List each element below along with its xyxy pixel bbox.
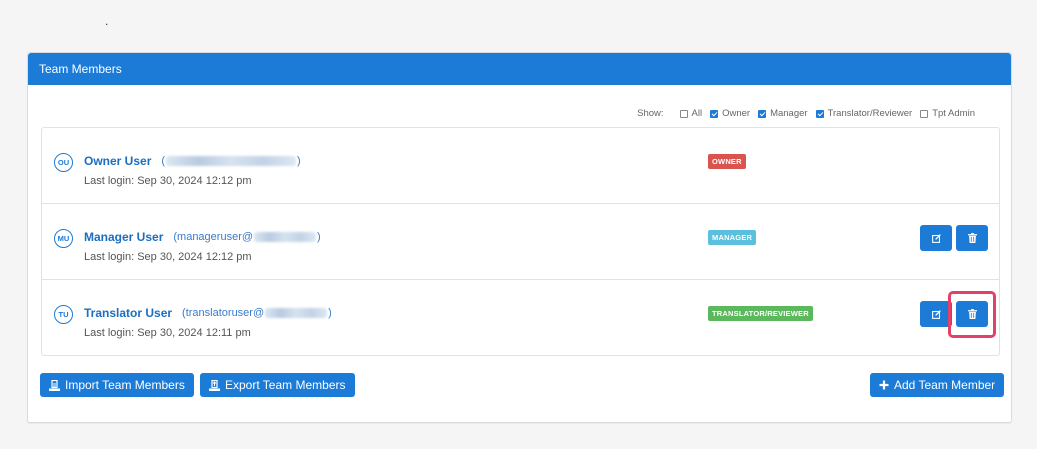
redacted-email (166, 156, 297, 166)
trash-icon (967, 309, 977, 319)
email-open: (translatoruser@ (182, 307, 265, 319)
email-close: ) (297, 155, 301, 167)
import-team-members-button[interactable]: Import Team Members (40, 373, 194, 397)
team-members-panel: Team Members Show: All Owner Manager Tra… (27, 52, 1012, 423)
member-name[interactable]: Manager User (84, 230, 163, 244)
role-badge-translator-reviewer: TRANSLATOR/REVIEWER (708, 306, 813, 321)
edit-icon (931, 309, 941, 319)
email-close: ) (328, 307, 332, 319)
member-row-owner: OU Owner User ( ) Last login: Sep 30, 20… (42, 128, 999, 204)
role-filters: Show: All Owner Manager Translator/Revie… (637, 108, 975, 119)
filter-owner-label: Owner (722, 108, 751, 119)
export-team-members-button[interactable]: Export Team Members (200, 373, 355, 397)
member-email: ( ) (161, 155, 300, 167)
filter-manager-label: Manager (770, 108, 808, 119)
email-open: ( (161, 155, 166, 167)
filter-translator-reviewer-label: Translator/Reviewer (827, 108, 913, 119)
email-close: ) (317, 231, 321, 243)
stray-dot: . (105, 14, 109, 28)
filter-owner[interactable]: Owner (710, 108, 750, 119)
member-email: (translatoruser@ ) (182, 307, 332, 319)
import-label: Import Team Members (65, 378, 185, 392)
filter-all[interactable]: All (679, 108, 703, 119)
filter-manager[interactable]: Manager (758, 108, 808, 119)
member-row-translator: TU Translator User (translatoruser@ ) La… (42, 280, 999, 355)
redacted-email (265, 308, 328, 318)
edit-icon (931, 233, 941, 243)
filter-owner-checkbox[interactable] (710, 109, 719, 118)
export-label: Export Team Members (225, 378, 346, 392)
plus-icon (879, 380, 889, 390)
filter-translator-reviewer[interactable]: Translator/Reviewer (815, 108, 913, 119)
last-login: Last login: Sep 30, 2024 12:12 pm (84, 251, 252, 263)
role-badge-owner: OWNER (708, 154, 746, 169)
last-login: Last login: Sep 30, 2024 12:12 pm (84, 175, 252, 187)
member-name[interactable]: Translator User (84, 306, 172, 320)
redacted-email (254, 232, 317, 242)
member-name[interactable]: Owner User (84, 154, 151, 168)
filter-translator-reviewer-checkbox[interactable] (815, 109, 824, 118)
filter-all-checkbox[interactable] (679, 109, 688, 118)
role-badge-manager: MANAGER (708, 230, 757, 245)
panel-title: Team Members (28, 53, 1011, 85)
email-open: (manageruser@ (173, 231, 254, 243)
avatar: TU (54, 305, 73, 324)
member-row-manager: MU Manager User (manageruser@ ) Last log… (42, 204, 999, 280)
trash-icon (967, 233, 977, 243)
delete-button[interactable] (956, 225, 988, 251)
member-list: OU Owner User ( ) Last login: Sep 30, 20… (41, 127, 1000, 356)
member-email: (manageruser@ ) (173, 231, 320, 243)
filter-all-label: All (691, 108, 703, 119)
edit-button[interactable] (920, 225, 952, 251)
filter-tpt-admin[interactable]: Tpt Admin (920, 108, 975, 119)
import-icon (49, 379, 60, 391)
avatar: MU (54, 229, 73, 248)
avatar: OU (54, 153, 73, 172)
add-team-member-button[interactable]: Add Team Member (870, 373, 1005, 397)
filter-tpt-admin-label: Tpt Admin (932, 108, 975, 119)
filter-manager-checkbox[interactable] (758, 109, 767, 118)
export-icon (209, 379, 220, 391)
add-label: Add Team Member (894, 378, 996, 392)
show-label: Show: (637, 108, 664, 119)
filter-tpt-admin-checkbox[interactable] (920, 109, 929, 118)
delete-button[interactable] (956, 301, 988, 327)
last-login: Last login: Sep 30, 2024 12:11 pm (84, 327, 251, 339)
